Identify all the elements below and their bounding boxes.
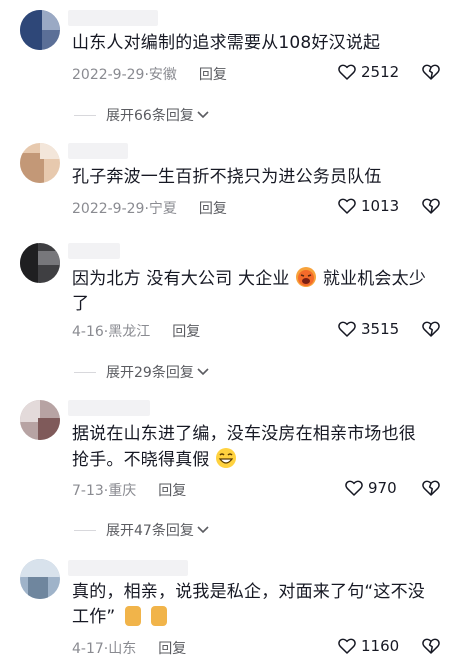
expand-replies-button[interactable]: 展开47条回复 <box>74 520 210 540</box>
heart-outline-icon <box>345 480 363 496</box>
reply-button[interactable]: 回复 <box>172 324 200 340</box>
like-button[interactable]: 2512 <box>338 63 399 81</box>
comment-meta: 4-16·黑龙江 回复 <box>72 321 200 341</box>
broken-heart-icon[interactable] <box>422 638 440 654</box>
broken-heart-icon[interactable] <box>422 321 440 337</box>
comment-meta: 7-13·重庆 回复 <box>72 480 186 500</box>
username-blurred[interactable] <box>68 243 120 259</box>
comment-date: 2022-9-29 <box>72 67 145 83</box>
avatar[interactable] <box>20 400 60 440</box>
like-count: 2512 <box>361 63 400 81</box>
comment-location: 山东 <box>108 641 137 657</box>
comment-text: 因为北方 没有大公司 大企业 就业机会太少了 <box>72 266 442 317</box>
username-blurred[interactable] <box>68 560 188 576</box>
divider <box>74 529 96 531</box>
like-count: 970 <box>368 479 397 497</box>
heart-outline-icon <box>338 64 356 80</box>
comment-location: 重庆 <box>108 483 137 499</box>
broken-heart-icon[interactable] <box>422 480 440 496</box>
comment-location: 安徽 <box>148 67 177 83</box>
chevron-down-icon <box>197 111 209 119</box>
reply-button[interactable]: 回复 <box>158 483 186 499</box>
heart-outline-icon <box>338 198 356 214</box>
like-button[interactable]: 1160 <box>338 637 399 655</box>
divider <box>74 114 96 116</box>
broken-heart-icon[interactable] <box>422 64 440 80</box>
expand-replies-button[interactable]: 展开66条回复 <box>74 105 210 125</box>
comment-text-part: 据说在山东进了编，没车没房在相亲市场也很抢手。不晓得真假 <box>72 424 416 470</box>
like-button[interactable]: 3515 <box>338 320 399 338</box>
expand-replies-label: 展开47条回复 <box>106 523 194 539</box>
like-count: 3515 <box>361 320 400 338</box>
comment-date: 2022-9-29 <box>72 201 145 217</box>
avatar[interactable] <box>20 143 60 183</box>
username-blurred[interactable] <box>68 10 158 26</box>
comment-text: 山东人对编制的追求需要从108好汉说起 <box>72 33 381 53</box>
chevron-down-icon <box>197 526 209 534</box>
username-blurred[interactable] <box>68 400 150 416</box>
comment-text-part: 因为北方 没有大公司 大企业 <box>72 269 290 289</box>
reply-button[interactable]: 回复 <box>158 641 186 657</box>
comment-location: 黑龙江 <box>108 324 151 340</box>
like-button[interactable]: 1013 <box>338 197 399 215</box>
avatar[interactable] <box>20 559 60 599</box>
expand-replies-label: 展开29条回复 <box>106 365 194 381</box>
comment-date: 4-17 <box>72 641 104 657</box>
comment-text: 孔子奔波一生百折不挠只为进公务员队伍 <box>72 167 382 187</box>
broken-heart-icon[interactable] <box>422 198 440 214</box>
cat-emoji-icon <box>125 606 142 626</box>
like-button[interactable]: 970 <box>345 479 397 497</box>
expand-replies-label: 展开66条回复 <box>106 108 194 124</box>
grinning-emoji-icon <box>215 447 237 469</box>
reply-button[interactable]: 回复 <box>199 201 227 217</box>
username-blurred[interactable] <box>68 143 128 159</box>
comment-meta: 4-17·山东 回复 <box>72 638 186 658</box>
heart-outline-icon <box>338 638 356 654</box>
laughing-emoji-icon <box>295 266 317 288</box>
divider <box>74 371 96 373</box>
chevron-down-icon <box>197 368 209 376</box>
comment-text: 据说在山东进了编，没车没房在相亲市场也很抢手。不晓得真假 <box>72 422 432 473</box>
comment-date: 4-16 <box>72 324 104 340</box>
like-count: 1013 <box>361 197 400 215</box>
reply-button[interactable]: 回复 <box>199 67 227 83</box>
comment-meta: 2022-9-29·安徽 回复 <box>72 64 227 84</box>
expand-replies-button[interactable]: 展开29条回复 <box>74 362 210 382</box>
cat-emoji-icon <box>150 606 167 626</box>
like-count: 1160 <box>361 637 400 655</box>
comment-meta: 2022-9-29·宁夏 回复 <box>72 198 227 218</box>
comment-location: 宁夏 <box>148 201 177 217</box>
avatar[interactable] <box>20 10 60 50</box>
heart-outline-icon <box>338 321 356 337</box>
comment-date: 7-13 <box>72 483 104 499</box>
comment-text: 真的，相亲，说我是私企，对面来了句“这不没工作” <box>72 580 440 630</box>
avatar[interactable] <box>20 243 60 283</box>
